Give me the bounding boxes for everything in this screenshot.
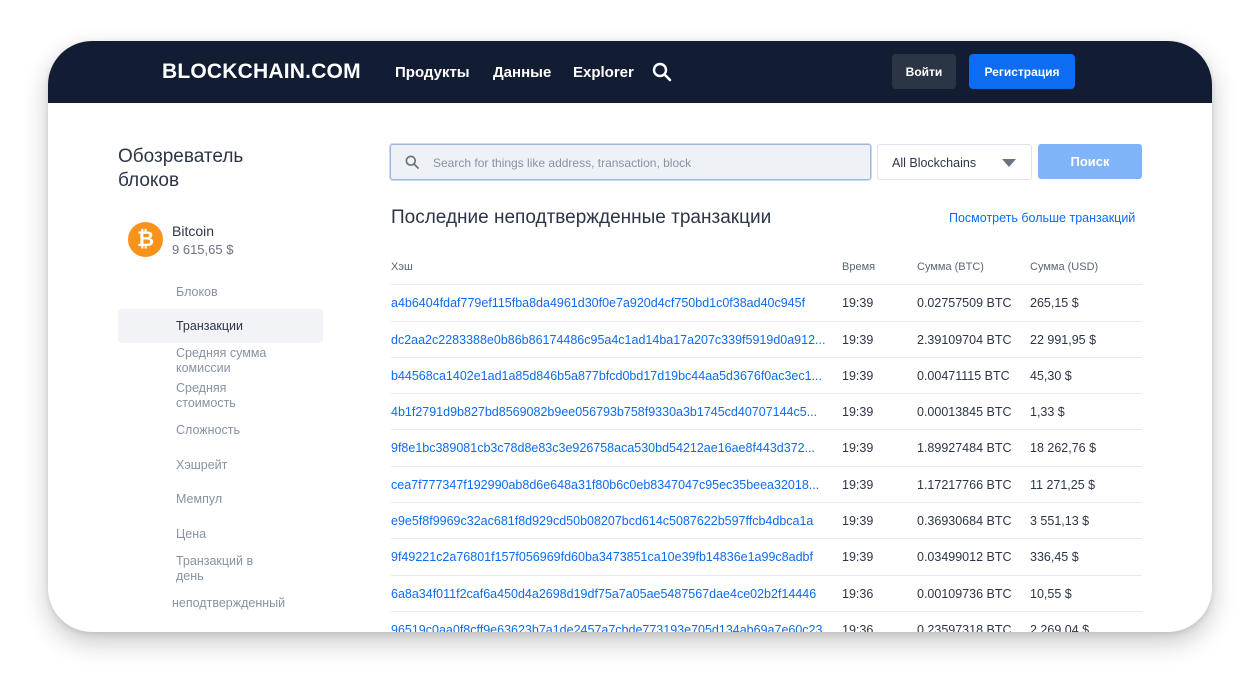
sidebar-item-tx-per-day[interactable]: Транзакций в день (176, 554, 276, 584)
tx-hash-link[interactable]: 96519c0aa0f8cff9e63623b7a1de2457a7cbde77… (391, 623, 840, 632)
tx-amount-usd: 22 991,95 $ (1030, 333, 1097, 347)
tx-amount-usd: 45,30 $ (1030, 369, 1072, 383)
tx-time: 19:36 (842, 587, 874, 601)
tx-amount-usd: 336,45 $ (1030, 550, 1079, 564)
chevron-down-icon (1002, 159, 1016, 167)
search-button[interactable]: Поиск (1038, 144, 1142, 179)
tx-time: 19:39 (842, 333, 874, 347)
sidebar-item-unconfirmed[interactable]: неподтвержденный (172, 596, 285, 611)
tx-hash-link[interactable]: 9f8e1bc389081cb3c78d8e83c3e926758aca530b… (391, 441, 840, 455)
tx-amount-usd: 1,33 $ (1030, 405, 1065, 419)
tx-hash-link[interactable]: 6a8a34f011f2caf6a450d4a2698d19df75a7a05a… (391, 587, 840, 601)
table-row: e9e5f8f9969c32ac681f8d929cd50b08207bcd61… (391, 502, 1142, 539)
sidebar-item-difficulty[interactable]: Сложность (176, 423, 240, 438)
nav-link-data[interactable]: Данные (493, 64, 551, 81)
column-header-usd: Сумма (USD) (1030, 261, 1099, 273)
tx-amount-btc: 0.00471115 BTC (917, 369, 1010, 383)
sidebar-title: Обозреватель блоков (118, 146, 244, 191)
table-row: 4b1f2791d9b827bd8569082b9ee056793b758f93… (391, 393, 1142, 430)
tx-time: 19:39 (842, 369, 874, 383)
table-row: cea7f777347f192990ab8d6e648a31f80b6c0eb8… (391, 466, 1142, 503)
nav-link-products[interactable]: Продукты (395, 64, 470, 81)
tx-amount-usd: 18 262,76 $ (1030, 441, 1097, 455)
tx-hash-link[interactable]: b44568ca1402e1ad1a85d846b5a877bfcd0bd17d… (391, 369, 840, 383)
tx-time: 19:39 (842, 405, 874, 419)
sidebar-item-transactions[interactable]: Транзакции (176, 319, 243, 334)
search-icon[interactable] (652, 62, 672, 82)
column-header-btc: Сумма (BTC) (917, 261, 984, 273)
tx-time: 19:39 (842, 441, 874, 455)
tx-amount-usd: 265,15 $ (1030, 296, 1079, 310)
search-input[interactable] (431, 145, 865, 181)
tx-amount-btc: 0.23597318 BTC (917, 623, 1012, 632)
tx-amount-btc: 0.02757509 BTC (917, 296, 1012, 310)
blockchain-select-label: All Blockchains (892, 156, 977, 170)
tx-amount-btc: 0.00013845 BTC (917, 405, 1012, 419)
tx-time: 19:39 (842, 296, 874, 310)
tx-time: 19:36 (842, 623, 874, 632)
tx-time: 19:39 (842, 478, 874, 492)
sidebar-item-mempool[interactable]: Мемпул (176, 492, 222, 507)
table-row: 6a8a34f011f2caf6a450d4a2698d19df75a7a05a… (391, 575, 1142, 612)
search-box (390, 144, 871, 181)
tx-hash-link[interactable]: cea7f777347f192990ab8d6e648a31f80b6c0eb8… (391, 478, 840, 492)
nav-link-explorer[interactable]: Explorer (573, 64, 634, 81)
more-transactions-link[interactable]: Посмотреть больше транзакций (949, 211, 1135, 225)
tx-time: 19:39 (842, 514, 874, 528)
column-header-time: Время (842, 261, 876, 273)
logo[interactable]: BLOCKCHAIN.COM (162, 60, 361, 84)
sidebar-item-avg-fee[interactable]: Средняя сумма комиссии (176, 346, 286, 376)
coin-price: 9 615,65 $ (172, 242, 234, 257)
signup-button[interactable]: Регистрация (969, 54, 1075, 89)
page-title: Последние неподтвержденные транзакции (391, 207, 772, 228)
table-row: 9f49221c2a76801f157f056969fd60ba3473851c… (391, 538, 1142, 575)
search-icon (405, 155, 419, 169)
tx-hash-link[interactable]: 4b1f2791d9b827bd8569082b9ee056793b758f93… (391, 405, 840, 419)
tx-amount-usd: 10,55 $ (1030, 587, 1072, 601)
tx-hash-link[interactable]: a4b6404fdaf779ef115fba8da4961d30f0e7a920… (391, 296, 840, 310)
tx-amount-btc: 1.89927484 BTC (917, 441, 1012, 455)
coin-name[interactable]: Bitcoin (172, 223, 214, 239)
tx-amount-btc: 0.36930684 BTC (917, 514, 1012, 528)
tx-amount-btc: 0.03499012 BTC (917, 550, 1012, 564)
tx-hash-link[interactable]: e9e5f8f9969c32ac681f8d929cd50b08207bcd61… (391, 514, 840, 528)
tx-time: 19:39 (842, 550, 874, 564)
app-window: BLOCKCHAIN.COM Продукты Данные Explorer … (48, 41, 1212, 632)
table-row: 9f8e1bc389081cb3c78d8e83c3e926758aca530b… (391, 429, 1142, 466)
tx-amount-btc: 2.39109704 BTC (917, 333, 1012, 347)
tx-amount-usd: 11 271,25 $ (1030, 478, 1096, 492)
bitcoin-icon: ₿ (128, 222, 163, 257)
login-button[interactable]: Войти (892, 54, 956, 89)
sidebar-item-avg-cost[interactable]: Средняя стоимость (176, 381, 266, 411)
table-row: b44568ca1402e1ad1a85d846b5a877bfcd0bd17d… (391, 357, 1142, 394)
blockchain-select[interactable]: All Blockchains (877, 144, 1032, 180)
table-row: a4b6404fdaf779ef115fba8da4961d30f0e7a920… (391, 284, 1142, 321)
table-row: dc2aa2c2283388e0b86b86174486c95a4c1ad14b… (391, 321, 1142, 358)
tx-hash-link[interactable]: dc2aa2c2283388e0b86b86174486c95a4c1ad14b… (391, 333, 840, 347)
tx-amount-btc: 1.17217766 BTC (917, 478, 1012, 492)
tx-amount-usd: 2 269,04 $ (1030, 623, 1090, 632)
sidebar-item-hashrate[interactable]: Хэшрейт (176, 458, 227, 473)
tx-amount-btc: 0.00109736 BTC (917, 587, 1012, 601)
sidebar-item-price[interactable]: Цена (176, 527, 206, 542)
column-header-hash: Хэш (391, 261, 413, 273)
top-navbar: BLOCKCHAIN.COM Продукты Данные Explorer … (48, 41, 1212, 103)
tx-amount-usd: 3 551,13 $ (1030, 514, 1090, 528)
table-row: 96519c0aa0f8cff9e63623b7a1de2457a7cbde77… (391, 611, 1142, 632)
sidebar-item-blocks[interactable]: Блоков (176, 285, 218, 300)
tx-hash-link[interactable]: 9f49221c2a76801f157f056969fd60ba3473851c… (391, 550, 840, 564)
